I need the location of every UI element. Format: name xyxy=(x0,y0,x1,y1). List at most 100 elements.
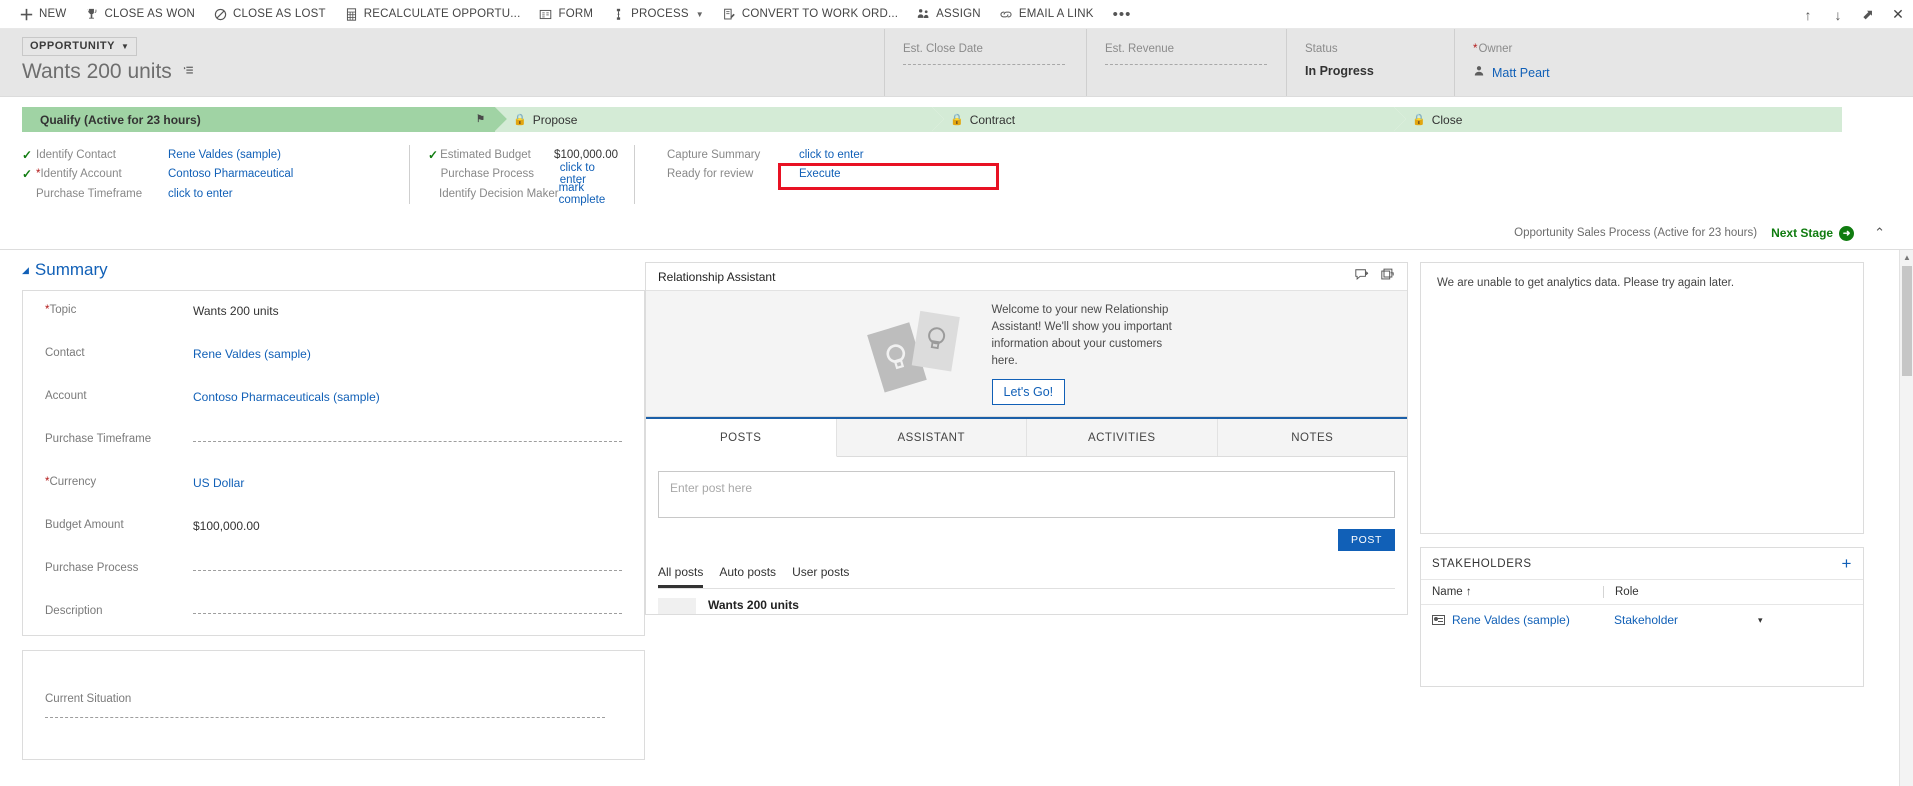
summary-section-header[interactable]: ◢ Summary xyxy=(22,260,645,280)
record-set-icon[interactable] xyxy=(181,64,195,80)
field-label: Contact xyxy=(45,347,85,359)
post-button[interactable]: POST xyxy=(1338,529,1395,551)
step-identify-contact[interactable]: ✓ Identify Contact Rene Valdes (sample) xyxy=(22,145,393,165)
stage-contract[interactable]: 🔒 Contract xyxy=(932,107,1406,132)
summary-column: ◢ Summary *Topic Wants 200 units Contact… xyxy=(0,250,645,786)
command-form[interactable]: FORM xyxy=(529,0,602,29)
step-column-propose: ✓ Estimated Budget $100,000.00 Purchase … xyxy=(409,145,634,206)
field-row-purchase-timeframe[interactable]: Purchase Timeframe xyxy=(23,420,644,463)
stakeholder-name-cell[interactable]: Rene Valdes (sample) xyxy=(1421,613,1603,627)
step-value[interactable]: click to enter xyxy=(168,188,233,200)
empty-value-dash[interactable] xyxy=(193,613,622,614)
stakeholder-name-link[interactable]: Rene Valdes (sample) xyxy=(1452,613,1570,627)
field-row-current-situation[interactable]: Current Situation xyxy=(23,651,644,718)
entity-type-selector[interactable]: OPPORTUNITY ▼ xyxy=(22,37,138,56)
step-name: Identify Decision Maker xyxy=(439,187,559,200)
column-header-name[interactable]: Name ↑ xyxy=(1421,586,1603,598)
check-icon: ✓ xyxy=(22,147,33,162)
field-value[interactable]: Wants 200 units xyxy=(193,291,622,318)
field-row-account[interactable]: Account Contoso Pharmaceuticals (sample) xyxy=(23,377,644,420)
empty-value-dash[interactable] xyxy=(193,570,622,571)
command-new[interactable]: NEW xyxy=(10,0,75,29)
popout-button[interactable]: ⬈ xyxy=(1853,0,1883,29)
table-row[interactable]: Rene Valdes (sample) Stakeholder ▾ xyxy=(1421,605,1863,635)
step-capture-summary[interactable]: Capture Summary click to enter xyxy=(653,145,868,165)
summary-card: *Topic Wants 200 units Contact Rene Vald… xyxy=(22,290,645,636)
post-button-row: POST xyxy=(646,518,1407,551)
field-row-budget-amount[interactable]: Budget Amount $100,000.00 xyxy=(23,506,644,549)
field-row-topic[interactable]: *Topic Wants 200 units xyxy=(23,291,644,334)
post-list-item[interactable]: Wants 200 units xyxy=(646,589,1407,614)
owner-value[interactable]: Matt Peart xyxy=(1473,64,1634,82)
plus-icon[interactable]: + xyxy=(1841,555,1852,572)
header-field-est-revenue[interactable]: Est. Revenue xyxy=(1086,29,1286,96)
filter-user-posts[interactable]: User posts xyxy=(792,565,849,588)
social-pane: POSTS ASSISTANT ACTIVITIES NOTES Enter p… xyxy=(645,417,1408,615)
step-value[interactable]: Execute xyxy=(799,168,841,180)
chevron-up-icon[interactable]: ⌃ xyxy=(1868,225,1891,241)
stage-propose[interactable]: 🔒 Propose xyxy=(495,107,944,132)
stage-label-wrap: 🔒 Contract xyxy=(950,113,1015,127)
step-value[interactable]: Contoso Pharmaceutical xyxy=(168,168,293,180)
header-field-owner[interactable]: *Owner Matt Peart xyxy=(1454,29,1634,96)
command-overflow-button[interactable]: ••• xyxy=(1103,0,1142,29)
stakeholder-role-link[interactable]: Stakeholder xyxy=(1603,613,1758,627)
tab-notes[interactable]: NOTES xyxy=(1217,419,1407,456)
field-row-currency[interactable]: *Currency US Dollar xyxy=(23,463,644,506)
command-email-a-link[interactable]: EMAIL A LINK xyxy=(990,0,1103,29)
stage-qualify[interactable]: Qualify (Active for 23 hours) ⚑ xyxy=(22,107,507,132)
scrollbar-thumb[interactable] xyxy=(1902,266,1912,376)
link-icon xyxy=(999,7,1014,22)
avatar xyxy=(658,598,696,614)
post-title: Wants 200 units xyxy=(708,598,799,612)
filter-auto-posts[interactable]: Auto posts xyxy=(719,565,776,588)
field-value[interactable]: US Dollar xyxy=(193,463,622,490)
step-column-contract: Capture Summary click to enter Ready for… xyxy=(634,145,884,204)
post-input[interactable]: Enter post here xyxy=(658,471,1395,518)
header-field-label: Est. Close Date xyxy=(903,43,983,55)
column-header-role[interactable]: Role xyxy=(1603,586,1758,598)
command-recalculate-opportunity[interactable]: RECALCULATE OPPORTU... xyxy=(335,0,530,29)
filter-all-posts[interactable]: All posts xyxy=(658,565,704,588)
stage-close[interactable]: 🔒 Close xyxy=(1394,107,1842,132)
header-field-est-close-date[interactable]: Est. Close Date xyxy=(884,29,1086,96)
next-stage-button[interactable]: Next Stage ➜ xyxy=(1771,225,1855,241)
comment-icon[interactable] xyxy=(1354,268,1369,285)
command-convert-to-work-order[interactable]: CONVERT TO WORK ORD... xyxy=(713,0,907,29)
empty-value-dash[interactable] xyxy=(45,717,605,718)
row-menu-caret-icon[interactable]: ▾ xyxy=(1758,615,1818,626)
step-value[interactable]: Rene Valdes (sample) xyxy=(168,149,281,161)
empty-value-dash[interactable] xyxy=(193,441,622,442)
tab-assistant[interactable]: ASSISTANT xyxy=(836,419,1027,456)
step-purchase-timeframe[interactable]: Purchase Timeframe click to enter xyxy=(22,184,393,204)
lets-go-button[interactable]: Let's Go! xyxy=(991,379,1066,405)
field-value[interactable]: $100,000.00 xyxy=(193,506,622,533)
close-button[interactable]: ✕ xyxy=(1883,0,1913,29)
tab-posts[interactable]: POSTS xyxy=(646,419,837,457)
field-value[interactable]: Contoso Pharmaceuticals (sample) xyxy=(193,377,622,404)
command-close-as-won[interactable]: CLOSE AS WON xyxy=(75,0,204,29)
scroll-up-button[interactable]: ↑ xyxy=(1793,0,1823,29)
copy-icon[interactable] xyxy=(1380,268,1395,285)
command-process[interactable]: PROCESS ▼ xyxy=(602,0,713,29)
page-title-row: Wants 200 units xyxy=(22,60,884,84)
scroll-up-arrow-icon[interactable]: ▲ xyxy=(1900,250,1913,264)
command-close-as-lost[interactable]: CLOSE AS LOST xyxy=(204,0,335,29)
field-row-contact[interactable]: Contact Rene Valdes (sample) xyxy=(23,334,644,377)
command-assign[interactable]: ASSIGN xyxy=(907,0,990,29)
tab-activities[interactable]: ACTIVITIES xyxy=(1027,419,1218,456)
field-row-purchase-process[interactable]: Purchase Process xyxy=(23,549,644,592)
field-row-description[interactable]: Description xyxy=(23,592,644,635)
owner-name-link[interactable]: Matt Peart xyxy=(1492,66,1550,80)
step-ready-for-review[interactable]: Ready for review Execute xyxy=(653,165,868,185)
vertical-scrollbar[interactable]: ▲ ▼ xyxy=(1899,250,1913,786)
person-icon xyxy=(1473,64,1485,82)
step-identify-account[interactable]: ✓ *Identify Account Contoso Pharmaceutic… xyxy=(22,165,393,185)
step-identify-decision-maker[interactable]: Identify Decision Maker mark complete xyxy=(428,182,618,206)
scroll-down-button[interactable]: ↓ xyxy=(1823,0,1853,29)
scroll-down-arrow-icon[interactable]: ▼ xyxy=(1900,782,1913,786)
step-value[interactable]: mark complete xyxy=(559,182,618,206)
step-value[interactable]: click to enter xyxy=(799,149,864,161)
field-value[interactable]: Rene Valdes (sample) xyxy=(193,334,622,361)
command-label: ASSIGN xyxy=(936,8,981,20)
